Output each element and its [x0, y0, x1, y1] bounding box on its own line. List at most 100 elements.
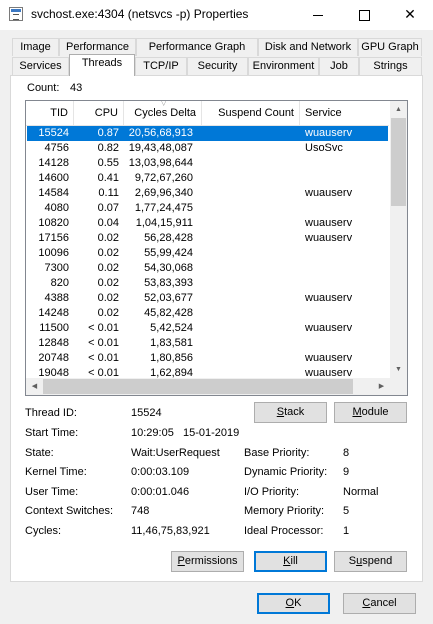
- thread-service: wuauserv: [305, 217, 353, 229]
- thread-cycles-delta: 54,30,068: [144, 262, 193, 274]
- thread-cycles-delta: 20,56,68,913: [128, 127, 193, 139]
- thread-cpu: < 0.01: [88, 322, 119, 334]
- minimize-button[interactable]: [295, 0, 341, 30]
- tab-image[interactable]: Image: [12, 38, 59, 56]
- scroll-up-icon[interactable]: ▲: [390, 101, 407, 118]
- tab-performance-graph[interactable]: Performance Graph: [136, 38, 258, 56]
- thread-cpu: < 0.01: [88, 337, 119, 349]
- thread-service: wuauserv: [305, 352, 353, 364]
- kill-button[interactable]: Kill: [254, 551, 327, 572]
- thread-tid: 10096: [38, 247, 69, 259]
- thread-row[interactable]: 14600 0.41 9,72,67,260: [27, 171, 388, 186]
- thread-cycles-delta: 52,03,677: [144, 292, 193, 304]
- thread-cpu: 0.04: [97, 217, 119, 229]
- vertical-scrollbar[interactable]: ▲ ▼: [390, 101, 407, 378]
- tab-disk-and-network[interactable]: Disk and Network: [258, 38, 358, 56]
- thread-row[interactable]: 15524 0.87 20,56,68,913 wuauserv: [27, 126, 388, 141]
- thread-cycles-delta: 13,03,98,644: [128, 157, 193, 169]
- thread-tid: 15524: [38, 127, 69, 139]
- thread-cycles-delta: 53,83,393: [144, 277, 193, 289]
- thread-tid: 820: [50, 277, 69, 289]
- thread-tid: 12848: [38, 337, 69, 349]
- thread-cycles-delta: 2,69,96,340: [134, 187, 193, 199]
- close-icon: ✕: [404, 7, 416, 23]
- suspend-button[interactable]: Suspend: [334, 551, 407, 572]
- tab-job[interactable]: Job: [319, 57, 359, 75]
- horizontal-scrollbar[interactable]: ◀ ▶: [26, 378, 390, 395]
- maximize-icon: [358, 9, 370, 21]
- thread-row[interactable]: 20748 < 0.01 1,80,856 wuauserv: [27, 351, 388, 366]
- thread-row[interactable]: 11500 < 0.01 5,42,524 wuauserv: [27, 321, 388, 336]
- user-time-label: User Time:: [25, 486, 79, 498]
- thread-row[interactable]: 10820 0.04 1,04,15,911 wuauserv: [27, 216, 388, 231]
- cycles-value: 11,46,75,83,921: [131, 525, 210, 537]
- thread-row[interactable]: 4756 0.82 19,43,48,087 UsoSvc: [27, 141, 388, 156]
- maximize-button[interactable]: [341, 0, 387, 30]
- module-button[interactable]: Module: [334, 402, 407, 423]
- thread-cycles-delta: 9,72,67,260: [134, 172, 193, 184]
- permissions-button[interactable]: Permissions: [171, 551, 244, 572]
- context-switches-label: Context Switches:: [25, 505, 114, 517]
- memory-priority-label: Memory Priority:: [244, 505, 325, 517]
- window-icon: [9, 7, 23, 21]
- cancel-button[interactable]: Cancel: [343, 593, 416, 614]
- tab-security[interactable]: Security: [187, 57, 248, 75]
- vertical-scroll-thumb[interactable]: [391, 118, 406, 206]
- thread-row[interactable]: 820 0.02 53,83,393: [27, 276, 388, 291]
- thread-cycles-delta: 19,43,48,087: [128, 142, 193, 154]
- thread-tid: 4080: [44, 202, 69, 214]
- scroll-left-icon[interactable]: ◀: [26, 378, 43, 395]
- column-header-tid[interactable]: TID: [26, 101, 74, 125]
- thread-tid: 4756: [44, 142, 69, 154]
- thread-tid: 11500: [39, 322, 69, 334]
- tab-tcp-ip[interactable]: TCP/IP: [135, 57, 187, 75]
- tab-gpu-graph[interactable]: GPU Graph: [358, 38, 422, 56]
- start-time-label: Start Time:: [25, 427, 79, 439]
- scroll-right-icon[interactable]: ▶: [373, 378, 390, 395]
- thread-cpu: 0.02: [97, 277, 119, 289]
- count-label: Count:: [27, 82, 60, 94]
- thread-row[interactable]: 14248 0.02 45,82,428: [27, 306, 388, 321]
- thread-tid: 17156: [38, 232, 69, 244]
- thread-cpu: 0.02: [97, 262, 119, 274]
- thread-cpu: 0.11: [98, 187, 119, 199]
- ok-button[interactable]: OK: [257, 593, 330, 614]
- thread-row[interactable]: 12848 < 0.01 1,83,581: [27, 336, 388, 351]
- thread-row[interactable]: 4388 0.02 52,03,677 wuauserv: [27, 291, 388, 306]
- column-header-service[interactable]: Service: [300, 101, 390, 125]
- thread-tid: 14128: [38, 157, 69, 169]
- thread-row[interactable]: 14128 0.55 13,03,98,644: [27, 156, 388, 171]
- thread-cycles-delta: 1,77,24,475: [134, 202, 193, 214]
- thread-row[interactable]: 14584 0.11 2,69,96,340 wuauserv: [27, 186, 388, 201]
- thread-service: wuauserv: [305, 322, 353, 334]
- base-priority-label: Base Priority:: [244, 447, 310, 459]
- thread-service: wuauserv: [305, 127, 353, 139]
- thread-row[interactable]: 17156 0.02 56,28,428 wuauserv: [27, 231, 388, 246]
- thread-service: wuauserv: [305, 187, 353, 199]
- kernel-time-label: Kernel Time:: [25, 466, 87, 478]
- sort-descending-icon: ▽: [161, 100, 167, 107]
- column-header-cpu[interactable]: CPU: [74, 101, 124, 125]
- thread-row[interactable]: 4080 0.07 1,77,24,475: [27, 201, 388, 216]
- thread-tid: 14584: [38, 187, 69, 199]
- ideal-processor-label: Ideal Processor:: [244, 525, 324, 537]
- stack-button[interactable]: Stack: [254, 402, 327, 423]
- tab-services[interactable]: Services: [12, 57, 69, 75]
- user-time-value: 0:00:01.046: [131, 486, 190, 498]
- thread-cpu: 0.02: [97, 247, 119, 259]
- scroll-down-icon[interactable]: ▼: [390, 361, 407, 378]
- start-time-value: 10:29:05 15-01-2019: [131, 427, 240, 439]
- thread-tid: 7300: [44, 262, 69, 274]
- column-header-suspend-count[interactable]: Suspend Count: [202, 101, 300, 125]
- threads-list[interactable]: TID CPU Cycles Delta ▽ Suspend Count Ser…: [25, 100, 408, 396]
- thread-row[interactable]: 10096 0.02 55,99,424: [27, 246, 388, 261]
- thread-row[interactable]: 7300 0.02 54,30,068: [27, 261, 388, 276]
- tab-environment[interactable]: Environment: [248, 57, 319, 75]
- close-button[interactable]: ✕: [387, 0, 433, 30]
- tab-strings[interactable]: Strings: [359, 57, 422, 75]
- horizontal-scroll-thumb[interactable]: [43, 379, 353, 394]
- tab-threads[interactable]: Threads: [69, 54, 135, 76]
- io-priority-value: Normal: [343, 486, 379, 498]
- thread-cpu: 0.07: [97, 202, 119, 214]
- title-bar[interactable]: svchost.exe:4304 (netsvcs -p) Properties…: [0, 0, 433, 30]
